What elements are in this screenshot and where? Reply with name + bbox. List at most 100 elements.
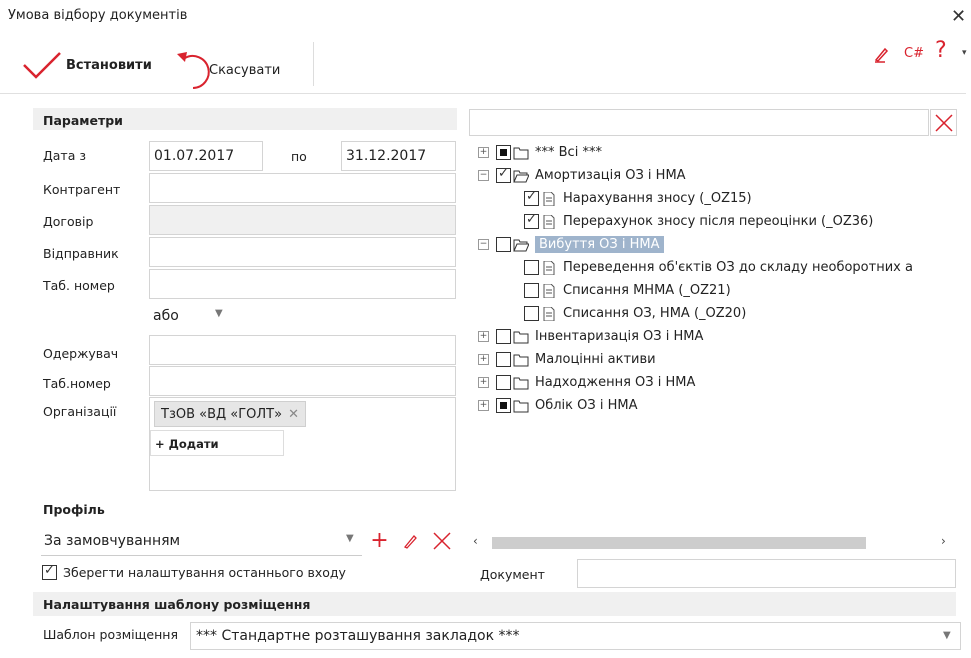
folder-icon bbox=[513, 147, 529, 159]
document-icon bbox=[543, 260, 555, 275]
expand-icon[interactable]: + bbox=[478, 400, 489, 411]
date-from-label: Дата з bbox=[43, 148, 86, 163]
collapse-icon[interactable]: − bbox=[478, 239, 489, 250]
edit-pen-icon[interactable] bbox=[873, 45, 891, 67]
tab-number-label: Таб. номер bbox=[43, 278, 115, 293]
expand-icon[interactable]: + bbox=[478, 147, 489, 158]
document-field[interactable] bbox=[577, 559, 956, 588]
title-bar: Умова відбору документів ✕ bbox=[0, 0, 971, 36]
apply-label: Встановити bbox=[66, 57, 152, 73]
tree-item-label: Списання МНМА (_OZ21) bbox=[563, 283, 731, 298]
receiver-field[interactable] bbox=[149, 335, 456, 365]
tree-item[interactable]: Списання ОЗ, НМА (_OZ20) bbox=[478, 302, 966, 325]
counterparty-field[interactable] bbox=[149, 173, 456, 203]
toolbar-separator bbox=[313, 42, 314, 86]
date-to-field[interactable]: 31.12.2017 bbox=[341, 141, 456, 171]
orgs-label: Організації bbox=[43, 404, 117, 419]
date-to-label: по bbox=[291, 149, 307, 164]
clear-search-button[interactable] bbox=[930, 109, 957, 136]
tab-number-field[interactable] bbox=[149, 269, 456, 299]
document-label: Документ bbox=[480, 567, 545, 582]
sender-label: Відправник bbox=[43, 246, 119, 261]
tree-item[interactable]: + Інвентаризація ОЗ і НМА bbox=[478, 325, 966, 348]
profile-header: Профіль bbox=[43, 502, 105, 517]
contract-field bbox=[149, 205, 456, 235]
tree-item[interactable]: Списання МНМА (_OZ21) bbox=[478, 279, 966, 302]
save-last-label: Зберегти налаштування останнього входу bbox=[63, 565, 346, 580]
apply-button[interactable]: Встановити bbox=[22, 50, 152, 80]
params-header: Параметри bbox=[43, 113, 123, 128]
checkbox-icon[interactable] bbox=[496, 329, 511, 344]
help-icon[interactable]: ? bbox=[935, 38, 947, 63]
remove-icon[interactable]: ✕ bbox=[288, 407, 299, 422]
expand-icon[interactable]: + bbox=[478, 354, 489, 365]
tree-item-label: Надходження ОЗ і НМА bbox=[535, 375, 696, 390]
save-last-checkbox[interactable]: Зберегти налаштування останнього входу bbox=[42, 563, 346, 580]
tree-item[interactable]: + Надходження ОЗ і НМА bbox=[478, 371, 966, 394]
chevron-right-icon[interactable]: › bbox=[941, 534, 946, 548]
folder-icon bbox=[513, 354, 529, 366]
checkbox-icon[interactable] bbox=[496, 145, 511, 160]
template-select-value: *** Стандартне розташування закладок *** bbox=[196, 628, 520, 644]
collapse-icon[interactable]: − bbox=[478, 170, 489, 181]
template-label: Шаблон розміщення bbox=[43, 627, 178, 642]
expand-icon[interactable]: + bbox=[478, 331, 489, 342]
checkbox-icon[interactable] bbox=[496, 166, 511, 183]
folder-icon bbox=[513, 400, 529, 412]
checkbox-icon[interactable] bbox=[524, 212, 539, 229]
checkbox-icon[interactable] bbox=[524, 260, 539, 275]
close-icon[interactable]: ✕ bbox=[951, 6, 966, 27]
tree-item[interactable]: Перерахунок зносу після переоцінки (_OZ3… bbox=[478, 210, 966, 233]
sender-field[interactable] bbox=[149, 237, 456, 267]
checkbox-icon[interactable] bbox=[496, 398, 511, 413]
tree-item[interactable]: + Облік ОЗ і НМА bbox=[478, 394, 966, 417]
cancel-label: Скасувати bbox=[209, 62, 281, 78]
tree-item[interactable]: + Малоцінні активи bbox=[478, 348, 966, 371]
cancel-button[interactable]: Скасувати bbox=[175, 50, 280, 90]
chevron-down-icon[interactable]: ▾ bbox=[962, 48, 967, 58]
window-title: Умова відбору документів bbox=[8, 8, 188, 23]
delete-x-icon bbox=[432, 531, 451, 550]
checkbox-icon[interactable] bbox=[524, 189, 539, 206]
template-select[interactable]: *** Стандартне розташування закладок ***… bbox=[190, 622, 961, 650]
template-header: Налаштування шаблону розміщення bbox=[43, 597, 311, 612]
tree-item[interactable]: − Вибуття ОЗ і НМА bbox=[478, 233, 966, 256]
profile-select[interactable]: За замовчуванням ▼ bbox=[41, 527, 362, 556]
checkbox-icon[interactable] bbox=[496, 237, 511, 252]
chevron-down-icon: ▼ bbox=[943, 630, 951, 641]
tree-item-label: Амортизація ОЗ і НМА bbox=[535, 168, 686, 183]
checkbox-icon[interactable] bbox=[496, 352, 511, 367]
or-select[interactable]: або ▼ bbox=[149, 302, 233, 330]
org-tag: ТзОВ «ВД «ГОЛТ» ✕ bbox=[154, 401, 306, 427]
tree-item[interactable]: + *** Всі *** bbox=[478, 141, 966, 164]
orgs-box: ТзОВ «ВД «ГОЛТ» ✕ + Додати bbox=[149, 397, 456, 491]
tree-item[interactable]: Переведення об'єктів ОЗ до складу необор… bbox=[478, 256, 966, 279]
date-from-field[interactable]: 01.07.2017 bbox=[149, 141, 263, 171]
expand-icon[interactable]: + bbox=[478, 377, 489, 388]
profile-select-value: За замовчуванням bbox=[44, 533, 181, 549]
checkbox-icon[interactable] bbox=[524, 306, 539, 321]
tab-number2-field[interactable] bbox=[149, 366, 456, 396]
delete-profile-button[interactable] bbox=[428, 527, 455, 554]
receiver-label: Одержувач bbox=[43, 346, 119, 361]
folder-open-icon bbox=[513, 239, 529, 251]
checkbox-icon[interactable] bbox=[524, 283, 539, 298]
chevron-down-icon: ▼ bbox=[215, 308, 223, 319]
add-org-button[interactable]: + Додати bbox=[150, 430, 284, 456]
tree-item-label: Малоцінні активи bbox=[535, 352, 656, 367]
scrollbar-thumb[interactable] bbox=[492, 537, 866, 549]
csharp-icon[interactable]: C# bbox=[904, 46, 924, 61]
add-profile-button[interactable]: + bbox=[366, 527, 393, 554]
document-icon bbox=[543, 283, 555, 298]
folder-icon bbox=[513, 331, 529, 343]
chevron-left-icon[interactable]: ‹ bbox=[473, 534, 478, 548]
plus-icon: + bbox=[370, 528, 389, 553]
edit-profile-button[interactable] bbox=[397, 527, 424, 554]
tree-item[interactable]: Нарахування зносу (_OZ15) bbox=[478, 187, 966, 210]
tree-item[interactable]: − Амортизація ОЗ і НМА bbox=[478, 164, 966, 187]
tree-item-label: Вибуття ОЗ і НМА bbox=[535, 236, 664, 253]
close-icon bbox=[934, 113, 953, 132]
checkbox-icon[interactable] bbox=[496, 375, 511, 390]
checkbox-icon bbox=[42, 563, 57, 580]
tree-search-input[interactable] bbox=[469, 109, 929, 136]
